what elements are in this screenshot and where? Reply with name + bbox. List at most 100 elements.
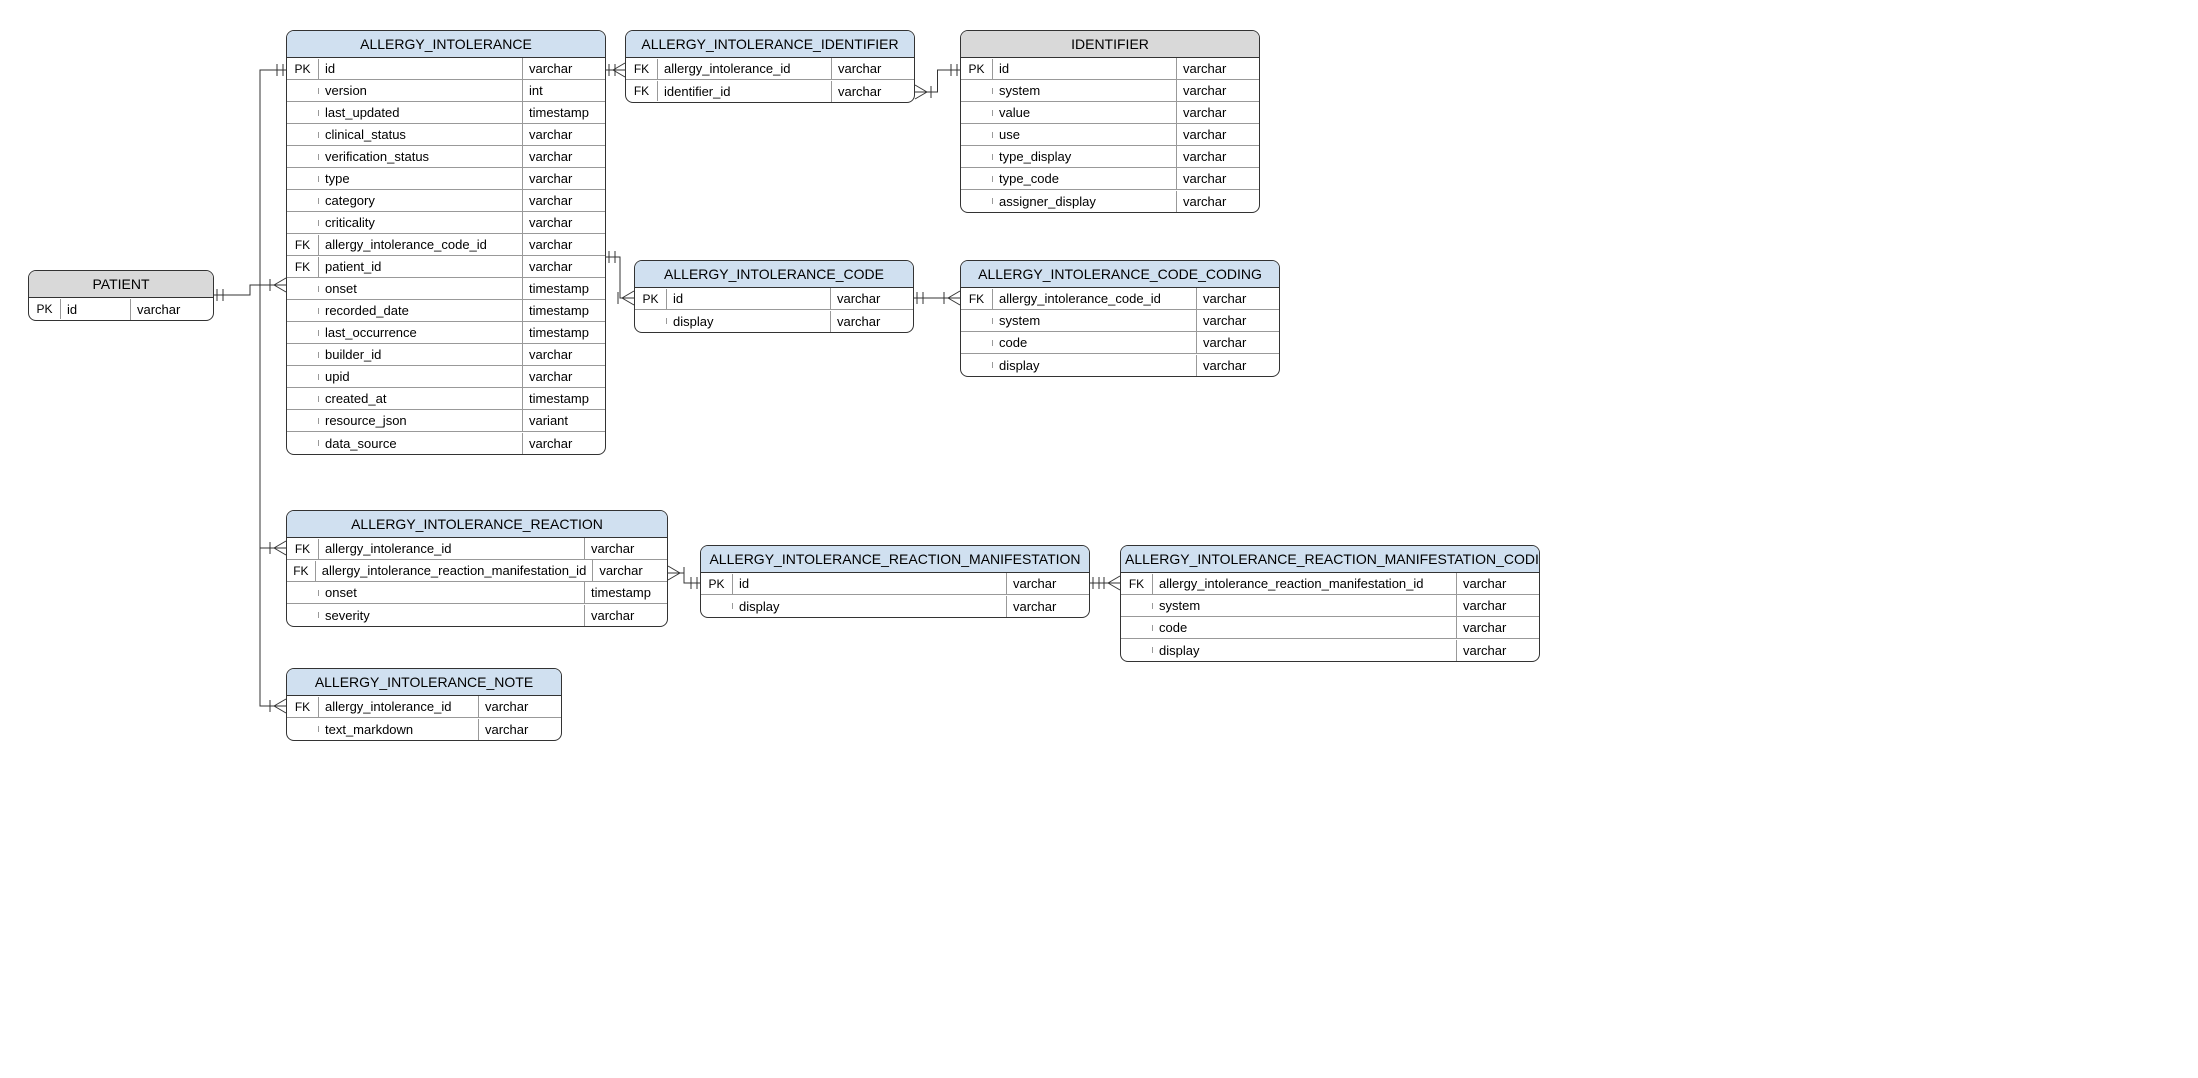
name-column: text_markdown [319,719,479,740]
type-column: varchar [523,190,605,211]
entity-title: ALLERGY_INTOLERANCE_CODE_CODING [961,261,1279,288]
type-column: varchar [593,560,667,581]
name-column: type_code [993,168,1177,189]
key-column: FK [626,81,658,101]
table-row: FKidentifier_idvarchar [626,80,914,102]
key-column [961,340,993,346]
type-column: varchar [1197,288,1279,309]
key-column: FK [961,289,993,309]
name-column: type_display [993,146,1177,167]
key-column [961,362,993,368]
key-column [287,612,319,618]
entity-patient: PATIENTPKidvarchar [28,270,214,321]
table-row: displayvarchar [635,310,913,332]
entity-title: ALLERGY_INTOLERANCE_REACTION_MANIFESTATI… [701,546,1089,573]
key-column [287,726,319,732]
type-column: varchar [1177,191,1259,212]
name-column: created_at [319,388,523,409]
name-column: code [1153,617,1457,638]
key-column [287,352,319,358]
type-column: timestamp [523,278,605,299]
name-column: recorded_date [319,300,523,321]
name-column: patient_id [319,256,523,277]
key-column [1121,647,1153,653]
type-column: varchar [1197,310,1279,331]
table-row: assigner_displayvarchar [961,190,1259,212]
entity-title: ALLERGY_INTOLERANCE_REACTION_MANIFESTATI… [1121,546,1539,573]
type-column: varchar [1177,124,1259,145]
table-row: created_attimestamp [287,388,605,410]
type-column: varchar [1007,573,1089,594]
key-column [961,176,993,182]
type-column: varchar [523,366,605,387]
table-row: FKallergy_intolerance_reaction_manifesta… [1121,573,1539,595]
key-column [287,590,319,596]
type-column: timestamp [523,388,605,409]
key-column: FK [287,539,319,559]
type-column: varchar [831,311,913,332]
name-column: id [733,573,1007,594]
name-column: id [319,58,523,79]
table-row: PKidvarchar [701,573,1089,595]
name-column: type [319,168,523,189]
type-column: varchar [1457,595,1539,616]
type-column: varchar [585,605,667,626]
table-row: versionint [287,80,605,102]
name-column: last_updated [319,102,523,123]
table-row: systemvarchar [961,310,1279,332]
entity-ai_reaction_manifestation: ALLERGY_INTOLERANCE_REACTION_MANIFESTATI… [700,545,1090,618]
table-row: FKallergy_intolerance_code_idvarchar [287,234,605,256]
type-column: varchar [523,58,605,79]
type-column: varchar [832,58,914,79]
table-row: text_markdownvarchar [287,718,561,740]
name-column: allergy_intolerance_code_id [319,234,523,255]
entity-title: IDENTIFIER [961,31,1259,58]
type-column: varchar [523,344,605,365]
table-row: onsettimestamp [287,278,605,300]
key-column [287,330,319,336]
key-column [287,132,319,138]
key-column: PK [961,59,993,79]
name-column: display [993,355,1197,376]
name-column: last_occurrence [319,322,523,343]
entity-ai_code_coding: ALLERGY_INTOLERANCE_CODE_CODINGFKallergy… [960,260,1280,377]
key-column [961,88,993,94]
table-row: displayvarchar [961,354,1279,376]
name-column: upid [319,366,523,387]
table-row: FKallergy_intolerance_idvarchar [287,538,667,560]
table-row: type_codevarchar [961,168,1259,190]
key-column [287,198,319,204]
name-column: display [1153,640,1457,661]
key-column [701,603,733,609]
table-row: usevarchar [961,124,1259,146]
type-column: varchar [1457,640,1539,661]
key-column: FK [287,257,319,277]
type-column: int [523,80,605,101]
entity-ai_reaction_manifestation_coding: ALLERGY_INTOLERANCE_REACTION_MANIFESTATI… [1120,545,1540,662]
type-column: varchar [1197,355,1279,376]
table-row: PKidvarchar [961,58,1259,80]
key-column [287,110,319,116]
name-column: id [61,299,131,320]
type-column: varchar [1177,58,1259,79]
key-column [287,88,319,94]
table-row: last_occurrencetimestamp [287,322,605,344]
key-column [287,286,319,292]
key-column: FK [287,235,319,255]
name-column: severity [319,605,585,626]
name-column: verification_status [319,146,523,167]
key-column [961,154,993,160]
key-column [961,318,993,324]
name-column: allergy_intolerance_id [319,538,585,559]
type-column: varchar [831,288,913,309]
name-column: system [1153,595,1457,616]
type-column: varchar [523,168,605,189]
type-column: varchar [1197,332,1279,353]
name-column: assigner_display [993,191,1177,212]
key-column [287,308,319,314]
name-column: allergy_intolerance_code_id [993,288,1197,309]
type-column: timestamp [523,322,605,343]
table-row: displayvarchar [1121,639,1539,661]
type-column: timestamp [523,300,605,321]
table-row: codevarchar [961,332,1279,354]
